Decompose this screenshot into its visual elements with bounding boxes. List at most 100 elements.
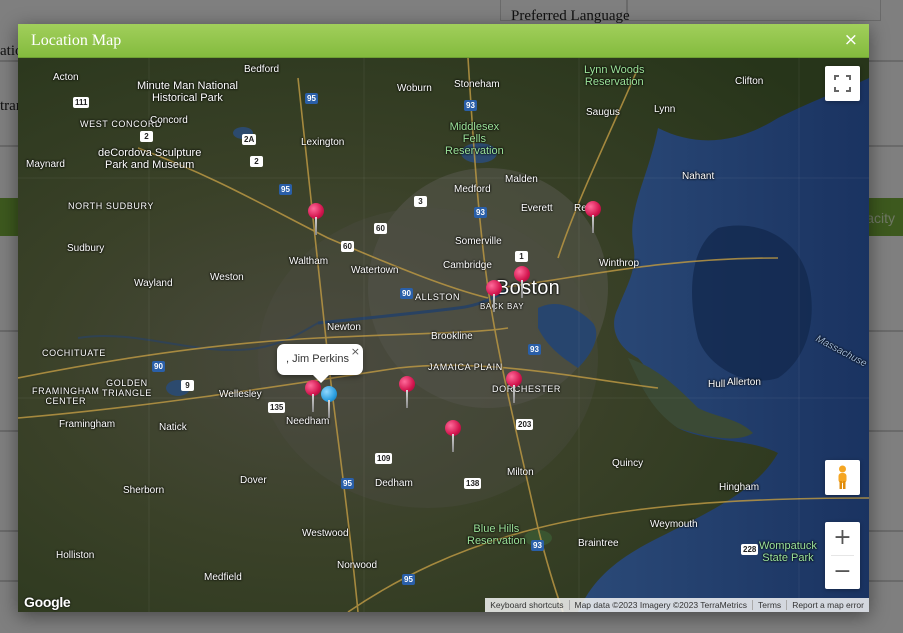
- place-label: Medfield: [204, 572, 242, 583]
- highway-shield: 93: [528, 344, 541, 355]
- place-label: DORCHESTER: [492, 384, 562, 394]
- highway-shield: 93: [474, 207, 487, 218]
- modal-header: Location Map ×: [18, 24, 869, 58]
- place-label: Wayland: [134, 278, 173, 289]
- close-icon[interactable]: ×: [844, 31, 858, 49]
- place-label: Acton: [53, 72, 79, 83]
- place-label: Blue Hills Reservation: [467, 523, 526, 547]
- highway-shield: 228: [741, 544, 759, 555]
- place-label: Natick: [159, 422, 187, 433]
- place-label: Wellesley: [219, 389, 262, 400]
- place-label: Allerton: [727, 377, 761, 388]
- place-label: NORTH SUDBURY: [68, 201, 154, 211]
- place-label: Norwood: [337, 560, 378, 571]
- location-marker[interactable]: [486, 280, 502, 314]
- place-label: Malden: [505, 174, 538, 185]
- place-label: Lynn: [654, 104, 676, 115]
- highway-shield: 90: [400, 288, 413, 299]
- place-label: Quincy: [612, 458, 644, 469]
- place-label: Brookline: [431, 331, 473, 342]
- place-label: Middlesex Fells Reservation: [445, 121, 504, 157]
- map-canvas[interactable]: Acton Bedford Woburn Stoneham Lynn Woods…: [18, 58, 869, 612]
- location-marker[interactable]: [514, 266, 530, 300]
- highway-shield: 135: [268, 402, 286, 413]
- place-label: Lynn Woods Reservation: [584, 64, 645, 88]
- place-label: Holliston: [56, 550, 95, 561]
- report-error-link[interactable]: Report a map error: [786, 600, 869, 610]
- fullscreen-button[interactable]: [825, 66, 860, 101]
- highway-shield: 95: [279, 184, 292, 195]
- location-marker[interactable]: [506, 371, 522, 405]
- google-logo[interactable]: Google: [24, 594, 71, 610]
- place-label: Weston: [210, 272, 244, 283]
- highway-shield: 138: [464, 478, 482, 489]
- place-label: Somerville: [455, 236, 502, 247]
- fullscreen-icon: [834, 75, 851, 92]
- highway-shield: 109: [375, 453, 393, 464]
- highway-shield: 93: [464, 100, 477, 111]
- place-label: Framingham: [59, 419, 116, 430]
- place-label: Clifton: [735, 76, 764, 87]
- place-label: Weymouth: [650, 519, 698, 530]
- highway-shield: 111: [73, 97, 90, 108]
- location-marker[interactable]: [445, 420, 461, 454]
- close-icon[interactable]: ×: [351, 345, 360, 358]
- modal-title: Location Map: [31, 32, 122, 49]
- place-label: GOLDEN TRIANGLE: [102, 378, 152, 398]
- location-marker[interactable]: [585, 201, 601, 235]
- place-label: Minute Man National Historical Park: [137, 80, 238, 104]
- highway-shield: 2: [250, 156, 263, 167]
- location-marker[interactable]: [305, 380, 321, 414]
- place-label: Nahant: [682, 171, 715, 182]
- zoom-control: + −: [825, 522, 860, 589]
- location-marker[interactable]: [308, 203, 324, 237]
- highway-shield: 2A: [242, 134, 257, 145]
- place-label: Maynard: [26, 159, 65, 170]
- place-label: Concord: [150, 115, 188, 126]
- place-label: Sudbury: [67, 243, 105, 254]
- highway-shield: 93: [531, 540, 544, 551]
- place-label: deCordova Sculpture Park and Museum: [98, 147, 202, 171]
- place-label: Watertown: [351, 265, 399, 276]
- place-label: Milton: [507, 467, 534, 478]
- location-map-modal: Location Map × Acton Bedford Woburn Ston…: [18, 24, 869, 612]
- highway-shield: 203: [516, 419, 534, 430]
- place-label: Woburn: [397, 83, 432, 94]
- place-label: Medford: [454, 184, 491, 195]
- map-data-attribution: Map data ©2023 Imagery ©2023 TerraMetric…: [568, 600, 753, 610]
- info-window-text: , Jim Perkins: [286, 353, 349, 365]
- place-label: ALLSTON: [415, 292, 461, 302]
- zoom-in-button[interactable]: +: [825, 522, 860, 555]
- place-label: Lexington: [301, 137, 345, 148]
- place-label: Westwood: [302, 528, 349, 539]
- highway-shield: 9: [181, 380, 194, 391]
- place-label: Everett: [521, 203, 553, 214]
- place-label: Wompatuck State Park: [759, 540, 817, 564]
- highway-shield: 95: [402, 574, 415, 585]
- place-label: Saugus: [586, 107, 620, 118]
- place-label: JAMAICA PLAIN: [428, 362, 503, 372]
- place-label: Sherborn: [123, 485, 165, 496]
- place-label: COCHITUATE: [42, 348, 106, 358]
- location-marker[interactable]: [399, 376, 415, 410]
- street-view-pegman-button[interactable]: [825, 460, 860, 495]
- place-label: Hull: [708, 379, 726, 390]
- place-label: Dedham: [375, 478, 413, 489]
- place-label: Newton: [327, 322, 361, 333]
- highway-shield: 60: [374, 223, 387, 234]
- info-window: , Jim Perkins ×: [277, 344, 363, 383]
- highway-shield: 60: [341, 241, 354, 252]
- keyboard-shortcuts-link[interactable]: Keyboard shortcuts: [485, 600, 568, 610]
- highway-shield: 90: [152, 361, 165, 372]
- highway-shield: 1: [515, 251, 528, 262]
- zoom-out-button[interactable]: −: [825, 556, 860, 589]
- highway-shield: 3: [414, 196, 427, 207]
- selected-location-marker[interactable]: [321, 386, 337, 420]
- pegman-icon: [838, 465, 847, 489]
- place-label: Cambridge: [443, 260, 492, 271]
- highway-shield: 95: [341, 478, 354, 489]
- place-label: Waltham: [289, 256, 329, 267]
- terms-link[interactable]: Terms: [752, 600, 786, 610]
- highway-shield: 95: [305, 93, 318, 104]
- highway-shield: 2: [140, 131, 153, 142]
